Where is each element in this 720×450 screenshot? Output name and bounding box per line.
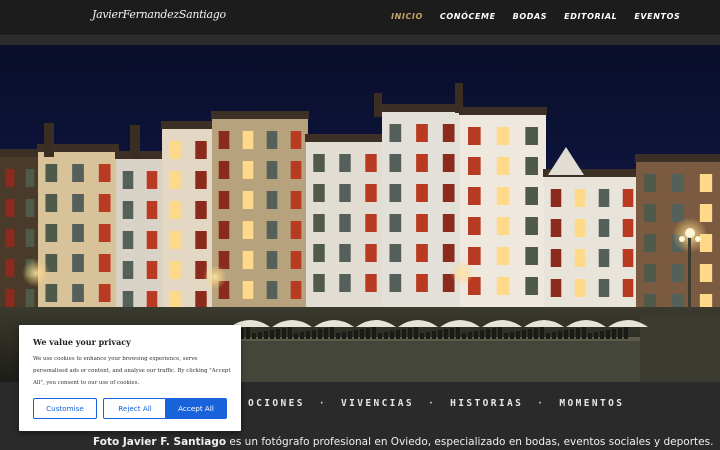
- cookie-title: We value your privacy: [33, 337, 131, 347]
- tagline-item-historias: HISTORIAS: [450, 398, 524, 409]
- nav-item-bodas[interactable]: BODAS: [513, 12, 548, 21]
- tagline: OCIONES · VIVENCIAS · HISTORIAS · MOMENT…: [248, 398, 624, 409]
- tagline-item-momentos: MOMENTOS: [559, 398, 625, 409]
- nav-item-conoceme[interactable]: CONÓCEME: [440, 12, 496, 21]
- tagline-separator: ·: [428, 398, 437, 409]
- header-band: [0, 37, 720, 45]
- nav-item-inicio[interactable]: INICIO: [391, 12, 423, 21]
- site-logo[interactable]: JavierFernandezSantiago: [92, 8, 226, 21]
- intro-text: Foto Javier F. Santiago es un fotógrafo …: [93, 436, 713, 448]
- cookie-body: We use cookies to enhance your browsing …: [33, 356, 231, 386]
- intro-description: es un fotógrafo profesional en Oviedo, e…: [226, 436, 714, 448]
- site-header: JavierFernandezSantiago INICIO CONÓCEME …: [0, 0, 720, 36]
- accept-all-button[interactable]: Accept All: [165, 398, 227, 419]
- main-nav: INICIO CONÓCEME BODAS EDITORIAL EVENTOS: [391, 12, 680, 21]
- intro-brand: Foto Javier F. Santiago: [93, 436, 227, 448]
- nav-item-editorial[interactable]: EDITORIAL: [564, 12, 617, 21]
- cookie-consent-banner: We value your privacy We use cookies to …: [19, 325, 241, 431]
- nav-item-eventos[interactable]: EVENTOS: [634, 12, 680, 21]
- tagline-separator: ·: [537, 398, 546, 409]
- tagline-separator: ·: [318, 398, 327, 409]
- reject-all-button[interactable]: Reject All: [103, 398, 167, 419]
- tagline-item-vivencias: VIVENCIAS: [340, 398, 415, 409]
- customise-button[interactable]: Customise: [33, 398, 97, 419]
- tagline-item-emociones: OCIONES: [248, 398, 305, 409]
